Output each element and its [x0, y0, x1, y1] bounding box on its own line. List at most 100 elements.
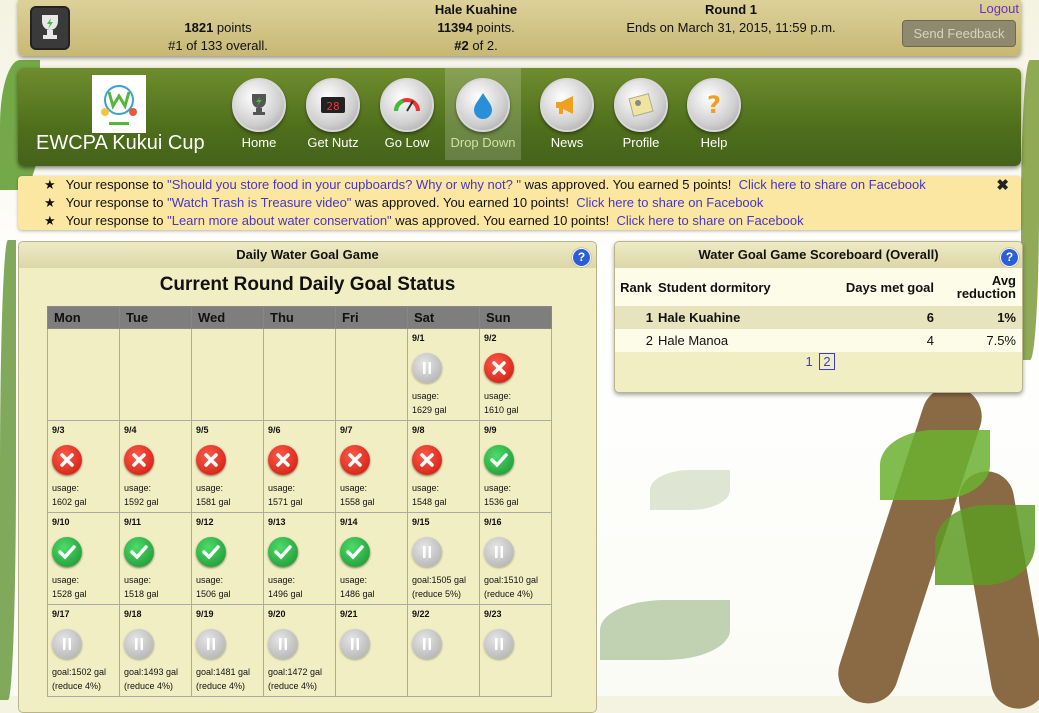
calendar-day-cell: 9/20 goal:1472 gal (reduce 4%): [263, 604, 336, 697]
send-feedback-button[interactable]: Send Feedback: [902, 20, 1016, 47]
day-usage-info: usage: 1528 gal: [52, 575, 87, 599]
team-points: 11394: [437, 20, 473, 35]
day-usage-info: usage: 1548 gal: [412, 483, 447, 507]
nav-news[interactable]: News: [529, 68, 605, 160]
goal-calendar: Mon Tue Wed Thu Fri Sat Sun 9/1 usage: 1629 gal 9…: [47, 306, 552, 697]
calendar-day-cell: [191, 328, 264, 421]
day-usage-info: usage: 1496 gal: [268, 575, 303, 599]
calendar-day-cell: 9/9 usage: 1536 gal: [479, 420, 552, 513]
col-days: Days met goal: [833, 268, 935, 306]
nav-drop-down[interactable]: Drop Down: [445, 68, 521, 160]
day-header: Sat: [407, 306, 480, 329]
col-rank: Rank: [615, 268, 657, 306]
share-facebook-link[interactable]: Click here to share on Facebook: [576, 195, 763, 210]
nav-get-nutz[interactable]: 28 Get Nutz: [295, 68, 371, 160]
logout-link[interactable]: Logout: [979, 1, 1019, 16]
scoreboard-table: Rank Student dormitory Days met goal Avg…: [615, 268, 1022, 352]
help-icon[interactable]: ?: [572, 248, 591, 267]
page-link[interactable]: 1: [802, 354, 815, 369]
nav-help[interactable]: ? Help: [676, 68, 752, 160]
close-icon[interactable]: ✖: [996, 176, 1009, 194]
day-date: 9/2: [484, 333, 497, 343]
calendar-day-cell: 9/8 usage: 1548 gal: [407, 420, 480, 513]
day-usage-info: usage: 1486 gal: [340, 575, 375, 599]
nav-profile[interactable]: Profile: [603, 68, 679, 160]
calendar-day-cell: [119, 328, 192, 421]
svg-text:28: 28: [326, 100, 339, 113]
notification-task-link[interactable]: "Learn more about water conservation": [167, 213, 392, 228]
scoreboard-icon: 28: [306, 78, 360, 132]
goal-met-check-icon: [484, 445, 514, 475]
calendar-day-cell: 9/18 goal:1493 gal (reduce 4%): [119, 604, 192, 697]
day-usage-info: usage: 1581 gal: [196, 483, 231, 507]
failed-x-icon: [124, 445, 154, 475]
pending-pause-icon: [52, 629, 82, 659]
kukui-cup-logo: [92, 75, 146, 133]
failed-x-icon: [484, 353, 514, 383]
calendar-day-cell: [335, 328, 408, 421]
failed-x-icon: [52, 445, 82, 475]
day-date: 9/19: [196, 609, 214, 619]
scoreboard-panel: Water Goal Game Scoreboard (Overall) ? R…: [614, 241, 1023, 393]
day-date: 9/1: [412, 333, 425, 343]
trophy-badge-icon: [30, 6, 70, 50]
team-name: Hale Kuahine: [434, 2, 518, 17]
day-date: 9/22: [412, 609, 430, 619]
scoreboard-header-row: Rank Student dormitory Days met goal Avg…: [615, 268, 1022, 306]
share-facebook-link[interactable]: Click here to share on Facebook: [739, 177, 926, 192]
calendar-week-row: 9/10 usage: 1528 gal 9/11 usage: 1518 gal 9/12…: [47, 512, 552, 605]
failed-x-icon: [340, 445, 370, 475]
day-header: Mon: [47, 306, 120, 329]
failed-x-icon: [196, 445, 226, 475]
star-icon: ★: [44, 195, 56, 210]
pending-pause-icon: [196, 629, 226, 659]
table-row: 1 Hale Kuahine 6 1%: [615, 306, 1022, 329]
round-ends: Ends on March 31, 2015, 11:59 p.m.: [626, 20, 836, 35]
day-usage-info: usage: 1536 gal: [484, 483, 519, 507]
notification-task-link[interactable]: "Should you store food in your cupboards…: [167, 177, 521, 192]
user-rank: #1: [168, 38, 183, 53]
calendar-day-cell: 9/1 usage: 1629 gal: [407, 328, 480, 421]
day-date: 9/14: [340, 517, 358, 527]
trophy-icon: [232, 78, 286, 132]
day-usage-info: usage: 1558 gal: [340, 483, 375, 507]
goal-met-check-icon: [124, 537, 154, 567]
help-icon[interactable]: ?: [1000, 248, 1019, 267]
main-navbar: EWCPA Kukui Cup Home 28 Get Nutz Go Low …: [18, 68, 1021, 166]
page-current[interactable]: 2: [819, 353, 835, 370]
goal-met-check-icon: [52, 537, 82, 567]
nav-go-low-label: Go Low: [384, 135, 430, 150]
table-row: 2 Hale Manoa 4 7.5%: [615, 329, 1022, 352]
share-facebook-link[interactable]: Click here to share on Facebook: [616, 213, 803, 228]
calendar-day-cell: 9/17 goal:1502 gal (reduce 4%): [47, 604, 120, 697]
failed-x-icon: [268, 445, 298, 475]
calendar-day-cell: [47, 328, 120, 421]
user-rank-suffix: of 133 overall.: [186, 38, 268, 53]
star-icon: ★: [44, 213, 56, 228]
notification-item: ★ Your response to "Learn more about wate…: [44, 213, 804, 228]
day-usage-info: goal:1472 gal (reduce 4%): [268, 667, 323, 691]
team-points-label: points.: [476, 20, 515, 35]
megaphone-icon: [540, 78, 594, 132]
notification-task-link[interactable]: "Watch Trash is Treasure video": [167, 195, 351, 210]
nav-go-low[interactable]: Go Low: [369, 68, 445, 160]
nav-home-label: Home: [241, 135, 277, 150]
calendar-day-cell: 9/4 usage: 1592 gal: [119, 420, 192, 513]
nav-home[interactable]: Home: [221, 68, 297, 160]
user-points-summary: 1821 points #1 of 133 overall.: [168, 19, 268, 55]
pending-pause-icon: [412, 353, 442, 383]
day-header: Sun: [479, 306, 552, 329]
pending-pause-icon: [124, 629, 154, 659]
col-avg: Avg reduction: [935, 268, 1022, 306]
nav-news-label: News: [550, 135, 584, 150]
goal-status-heading: Current Round Daily Goal Status: [159, 274, 456, 295]
day-date: 9/15: [412, 517, 430, 527]
day-usage-info: goal:1481 gal (reduce 4%): [196, 667, 251, 691]
pending-pause-icon: [484, 537, 514, 567]
svg-text:?: ?: [707, 91, 721, 119]
day-header: Wed: [191, 306, 264, 329]
day-usage-info: goal:1493 gal (reduce 4%): [124, 667, 179, 691]
goal-met-check-icon: [196, 537, 226, 567]
day-date: 9/11: [124, 517, 142, 527]
day-usage-info: goal:1502 gal (reduce 4%): [52, 667, 107, 691]
